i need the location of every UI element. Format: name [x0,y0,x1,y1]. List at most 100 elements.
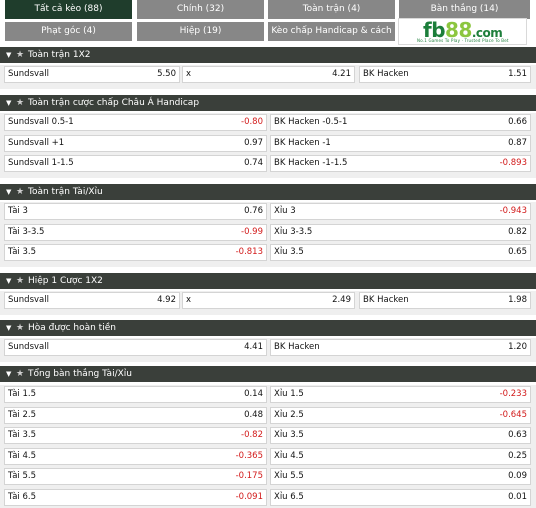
tab-halves[interactable]: Hiệp (19) [137,22,264,41]
selection-label: x [186,295,192,305]
section-header-draw-no-bet[interactable]: ▼ ★ Hòa được hoàn tiền [0,320,536,336]
odds-cell[interactable]: Tài 3.5 -0.813 [4,244,267,261]
collapse-chevron-icon[interactable]: ▼ [6,184,16,200]
odds-cell[interactable]: Xỉu 3-3.5 0.82 [270,223,531,241]
odds-cell[interactable]: Xỉu 4.5 0.25 [270,447,531,465]
favorite-star-icon[interactable]: ★ [16,47,28,63]
favorite-star-icon[interactable]: ★ [16,95,28,111]
collapse-chevron-icon[interactable]: ▼ [6,320,16,336]
odds-cell[interactable]: Tài 3-3.5 -0.99 [4,223,267,241]
selection-label: Sundsvall 1-1.5 [8,158,74,168]
odds-cell[interactable]: Tài 1.5 0.14 [4,386,267,403]
odds-value: 0.14 [244,389,263,399]
odds-cell[interactable]: Xỉu 1.5 -0.233 [270,386,531,403]
odds-cell[interactable]: Xỉu 3.5 0.63 [270,427,531,444]
odds-cell[interactable]: Xỉu 3.5 0.65 [270,244,531,261]
selection-label: Sundsvall +1 [8,137,65,148]
odds-cell[interactable]: Sundsvall 0.5-1 -0.80 [4,114,267,131]
selection-label: Tài 3-3.5 [8,226,45,237]
odds-cell[interactable]: Sundsvall 5.50 [4,66,180,83]
odds-cell[interactable]: BK Hacken 1.98 [359,292,531,309]
section-header-first-half-1x2[interactable]: ▼ ★ Hiệp 1 Cược 1X2 [0,273,536,289]
collapse-chevron-icon[interactable]: ▼ [6,47,16,63]
selection-label: BK Hacken -1 [274,137,331,148]
selection-label: BK Hacken -1-1.5 [274,158,348,168]
odds-cell[interactable]: Tài 5.5 -0.175 [4,468,267,485]
odds-value: -0.091 [235,491,263,502]
odds-value: 0.63 [508,430,527,440]
odds-cell[interactable]: Tài 6.5 -0.091 [4,488,267,506]
section-title: Toàn trận cược chấp Châu Á Handicap [28,98,200,108]
favorite-star-icon[interactable]: ★ [16,320,28,336]
section-title: Toàn trận Tài/Xỉu [28,187,103,197]
odds-cell[interactable]: BK Hacken 1.20 [270,339,531,356]
odds-cell[interactable]: BK Hacken -0.5-1 0.66 [270,114,531,131]
selection-label: Tài 3 [8,206,28,216]
favorite-star-icon[interactable]: ★ [16,184,28,200]
odds-value: -0.99 [241,226,263,237]
tab-handicap[interactable]: Kèo chấp Handicap & cách biệt (3) [268,22,395,55]
section-body-asian-handicap: Sundsvall 0.5-1 -0.80 BK Hacken -0.5-1 0.66… [0,113,536,178]
selection-label: Xỉu 1.5 [274,389,304,399]
odds-cell[interactable]: x 2.49 [182,292,355,309]
odds-value: 0.82 [508,226,527,237]
section-body-first-half-1x2: Sundsvall 4.92 x 2.49 BK Hacken 1.98 [0,291,536,315]
odds-cell[interactable]: BK Hacken -1 0.87 [270,134,531,152]
favorite-star-icon[interactable]: ★ [16,366,28,382]
odds-value: 1.20 [508,342,527,352]
section-title: Tổng bàn thắng Tài/Xỉu [28,369,132,379]
tab-full-time[interactable]: Toàn trận (4) [268,0,395,19]
selection-label: Tài 3.5 [8,247,36,257]
odds-value: -0.813 [235,247,263,257]
selection-label: Tài 4.5 [8,450,36,461]
odds-cell[interactable]: Xỉu 6.5 0.01 [270,488,531,506]
odds-value: 0.48 [244,409,263,420]
section-title: Hiệp 1 Cược 1X2 [28,276,103,286]
selection-label: Xỉu 6.5 [274,491,304,502]
odds-value: -0.175 [235,471,263,481]
selection-label: Tài 5.5 [8,471,36,481]
section-header-over-under[interactable]: ▼ ★ Toàn trận Tài/Xỉu [0,184,536,200]
odds-cell[interactable]: Sundsvall +1 0.97 [4,134,267,152]
selection-label: Sundsvall [8,295,49,305]
odds-cell[interactable]: x 4.21 [182,66,355,83]
section-body-over-under: Tài 3 0.76 Xỉu 3 -0.943 Tài 3-3.5 -0.99 Xỉu 3-… [0,202,536,267]
favorite-star-icon[interactable]: ★ [16,273,28,289]
tab-corners[interactable]: Phạt góc (4) [5,22,132,41]
odds-cell[interactable]: Sundsvall 4.41 [4,339,267,356]
odds-value: -0.80 [241,117,263,127]
section-header-asian-handicap[interactable]: ▼ ★ Toàn trận cược chấp Châu Á Handicap [0,95,536,111]
selection-label: Tài 1.5 [8,389,36,399]
collapse-chevron-icon[interactable]: ▼ [6,95,16,111]
odds-cell[interactable]: Tài 3 0.76 [4,203,267,220]
odds-cell[interactable]: BK Hacken -1-1.5 -0.893 [270,155,531,172]
odds-cell[interactable]: Xỉu 5.5 0.09 [270,468,531,485]
section-title: Hòa được hoàn tiền [28,323,116,333]
odds-cell[interactable]: Sundsvall 1-1.5 0.74 [4,155,267,172]
odds-cell[interactable]: Tài 4.5 -0.365 [4,447,267,465]
section-body-match-1x2: Sundsvall 5.50 x 4.21 BK Hacken 1.51 [0,65,536,89]
selection-label: Tài 2.5 [8,409,36,420]
odds-cell[interactable]: BK Hacken 1.51 [359,66,531,83]
odds-cell[interactable]: Sundsvall 4.92 [4,292,180,309]
odds-value: 4.21 [332,69,351,79]
collapse-chevron-icon[interactable]: ▼ [6,273,16,289]
selection-label: Sundsvall [8,342,49,352]
section-body-draw-no-bet: Sundsvall 4.41 BK Hacken 1.20 [0,338,536,362]
tab-all-markets[interactable]: Tất cả kèo (88) [5,0,132,19]
selection-label: BK Hacken -0.5-1 [274,117,348,127]
odds-cell[interactable]: Xỉu 3 -0.943 [270,203,531,220]
odds-value: 5.50 [157,69,176,79]
tab-goals[interactable]: Bàn thắng (14) [399,0,530,19]
odds-value: 0.74 [244,158,263,168]
odds-value: 1.98 [508,295,527,305]
selection-label: Tài 3.5 [8,430,36,440]
odds-cell[interactable]: Xỉu 2.5 -0.645 [270,406,531,424]
odds-cell[interactable]: Tài 2.5 0.48 [4,406,267,424]
collapse-chevron-icon[interactable]: ▼ [6,366,16,382]
tab-main[interactable]: Chính (32) [137,0,264,19]
odds-cell[interactable]: Tài 3.5 -0.82 [4,427,267,444]
selection-label: Xỉu 3.5 [274,430,304,440]
section-header-match-1x2[interactable]: ▼ ★ Toàn trận 1X2 [0,47,536,63]
section-header-total-goals[interactable]: ▼ ★ Tổng bàn thắng Tài/Xỉu [0,366,536,382]
